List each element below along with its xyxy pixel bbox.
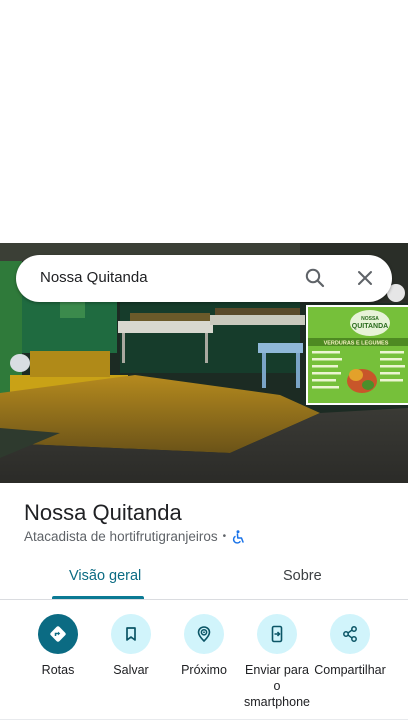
place-subtitle: Atacadista de hortifrutigranjeiros • <box>24 529 245 544</box>
sign-title-top: NOSSA <box>361 316 379 322</box>
sign-banner: VERDURAS E LEGUMES <box>324 341 389 347</box>
nearby-label: Próximo <box>181 663 227 677</box>
share-icon[interactable] <box>330 614 370 654</box>
save-button[interactable]: Salvar <box>94 614 168 678</box>
wheelchair-accessible-icon <box>231 529 245 544</box>
send-to-phone-button[interactable]: Enviar para o smartphone <box>240 614 314 710</box>
close-icon[interactable] <box>353 266 377 290</box>
bottom-divider <box>0 719 408 720</box>
directions-label: Rotas <box>41 663 75 677</box>
search-icon[interactable] <box>303 266 327 290</box>
nearby-icon[interactable] <box>184 614 224 654</box>
map-area <box>0 0 408 243</box>
save-label: Salvar <box>113 663 149 677</box>
directions-icon[interactable] <box>38 614 78 654</box>
place-title: Nossa Quitanda <box>24 500 182 525</box>
place-category: Atacadista de hortifrutigranjeiros <box>24 529 218 544</box>
send-to-phone-label: Enviar para o smartphone <box>243 663 310 709</box>
tabs-divider <box>0 599 408 600</box>
sign-title-main: QUITANDA <box>352 323 388 330</box>
tab-overview[interactable]: Visão geral <box>69 568 141 584</box>
send-to-phone-icon[interactable] <box>257 614 297 654</box>
nearby-button[interactable]: Próximo <box>167 614 241 678</box>
separator-dot: • <box>222 531 227 542</box>
share-label: Compartilhar <box>314 663 386 677</box>
tab-about[interactable]: Sobre <box>283 568 322 584</box>
share-button[interactable]: Compartilhar <box>313 614 387 678</box>
directions-button[interactable]: Rotas <box>21 614 95 678</box>
search-bar[interactable]: Nossa Quitanda <box>16 255 392 302</box>
bookmark-icon[interactable] <box>111 614 151 654</box>
search-input[interactable]: Nossa Quitanda <box>40 269 148 286</box>
